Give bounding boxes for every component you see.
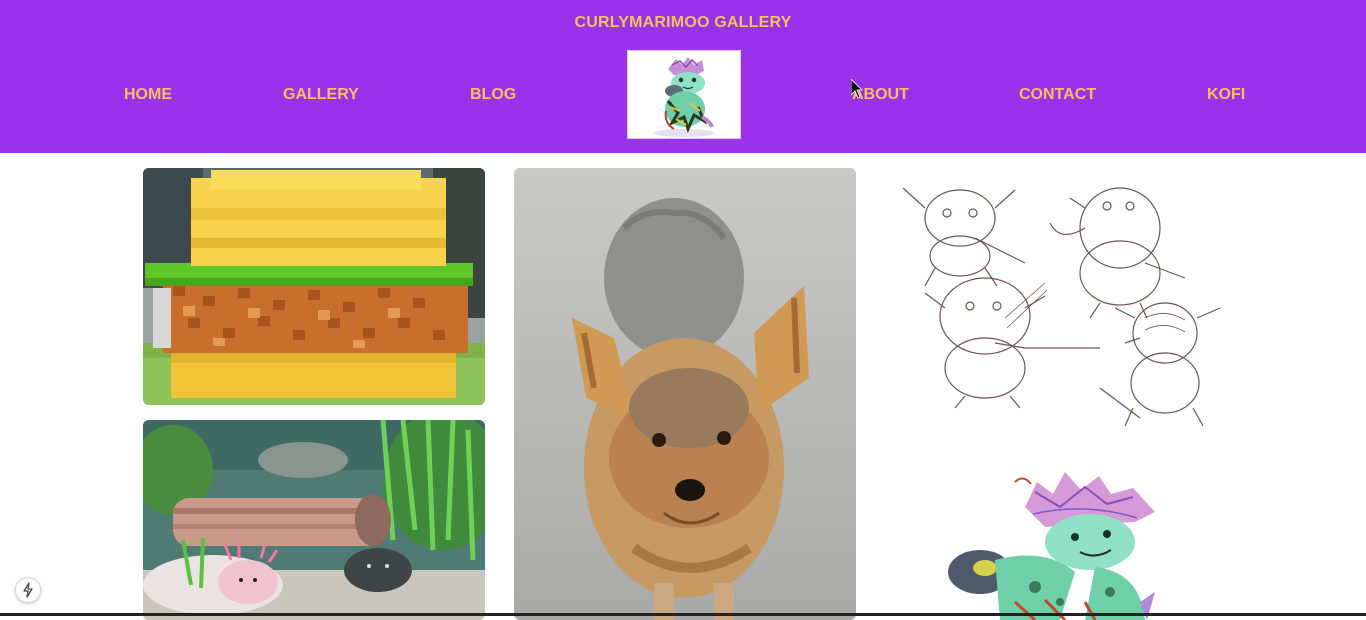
gallery-image-sketches[interactable] — [885, 168, 1227, 438]
gallery-image-dog[interactable] — [514, 168, 856, 620]
creature-logo-icon — [654, 57, 714, 137]
site-logo[interactable] — [627, 50, 741, 139]
mouse-pointer-icon — [851, 79, 863, 99]
nav-home[interactable]: HOME — [124, 86, 172, 104]
lightning-bolt-icon — [23, 582, 33, 598]
nav-kofi[interactable]: KOFI — [1207, 86, 1245, 104]
nav-gallery[interactable]: GALLERY — [283, 86, 359, 104]
gallery-image-axolotls[interactable] — [143, 420, 485, 620]
nav-contact[interactable]: CONTACT — [1019, 86, 1096, 104]
gallery-image-character[interactable] — [885, 452, 1227, 620]
nav-blog[interactable]: BLOG — [470, 86, 516, 104]
gallery-image-burger[interactable] — [143, 168, 485, 405]
floating-action-button[interactable] — [15, 577, 41, 603]
site-title: CURLYMARIMOO GALLERY — [574, 14, 792, 31]
site-header: CURLYMARIMOO GALLERY HOME GALLERY BLOG A… — [0, 0, 1366, 153]
